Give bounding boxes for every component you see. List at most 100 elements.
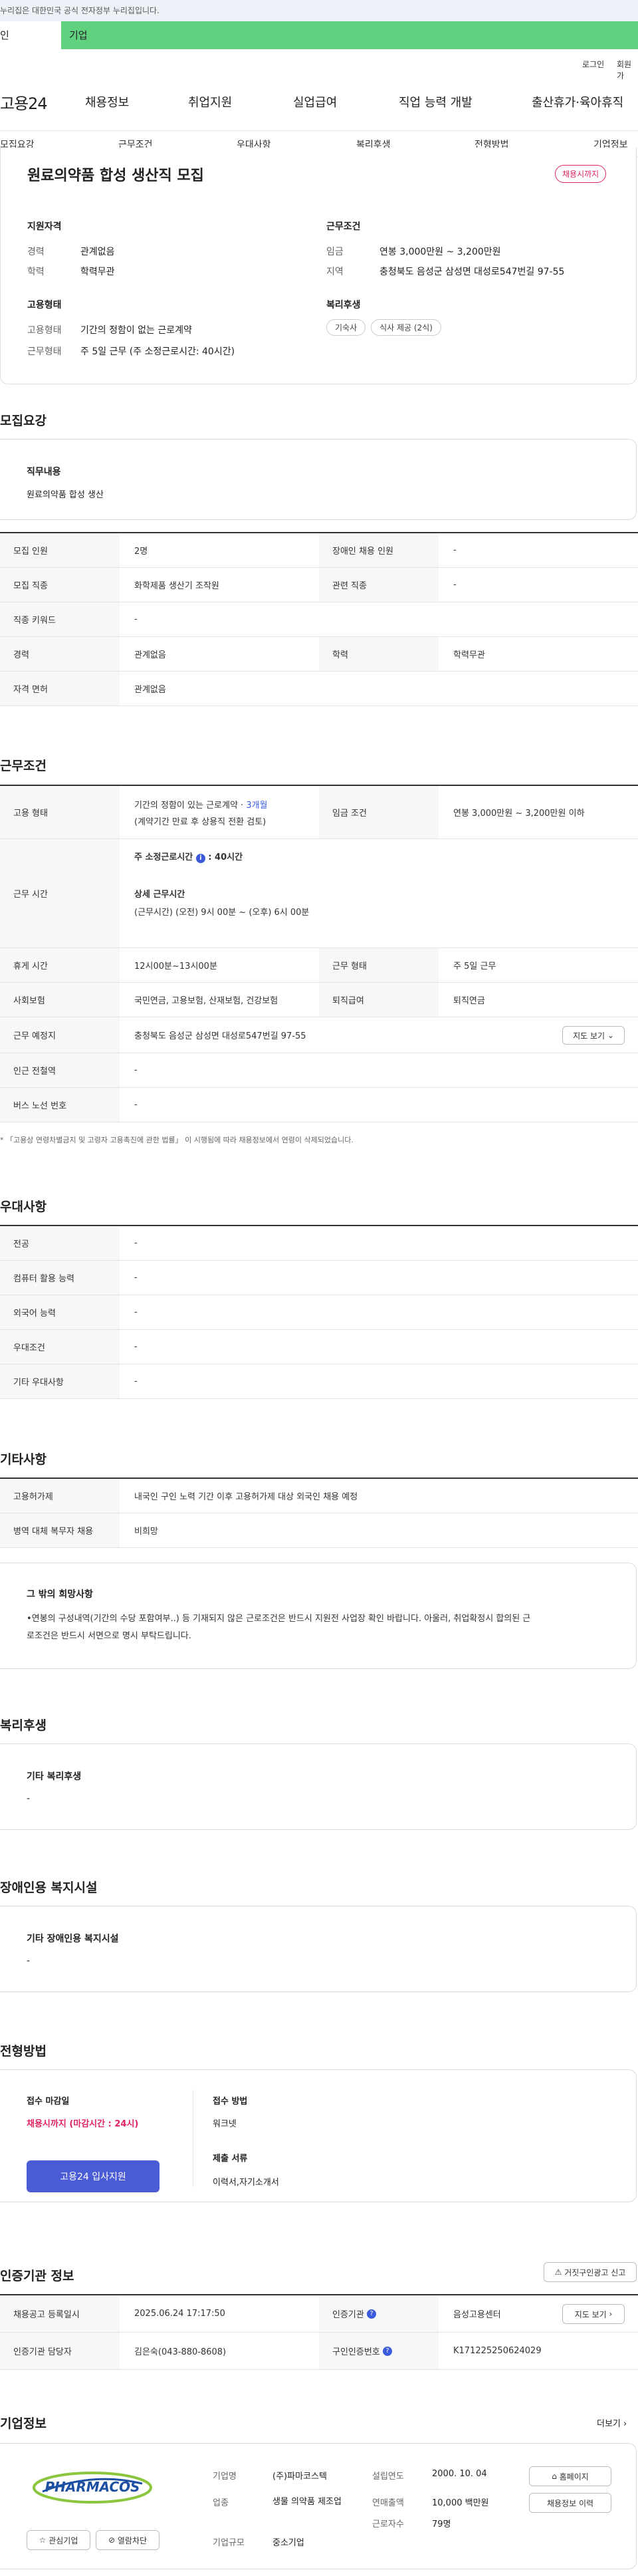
tab-company[interactable]: 기업	[61, 21, 638, 49]
detail-hours-value: (근무시간) (오전) 9시 00분 ~ (오후) 6시 00분	[134, 908, 310, 918]
table-row: 전공 -	[0, 1226, 638, 1261]
cert-map-button[interactable]: 지도 보기 ›	[562, 2304, 625, 2324]
more-label: 더보기	[597, 2419, 621, 2429]
job-desc-value: 원료의약품 합성 생산	[27, 490, 104, 500]
table-row: 외국어 능력 -	[0, 1295, 638, 1330]
table-header: 고용허가제	[0, 1479, 120, 1513]
nav-employment-support[interactable]: 취업지원	[188, 93, 232, 110]
other-wishes-text-cont: 로조건은 반드시 서면으로 명시 부탁드립니다.	[27, 1631, 191, 1641]
audience-tabs: 인 기업	[0, 21, 638, 49]
detail-hours-label: 상세 근무시간	[134, 890, 185, 900]
table-header: 근무 시간	[0, 839, 120, 948]
summary-value: 연봉 3,000만원 ~ 3,200만원	[379, 247, 501, 257]
table-header: 구인인증번호 ?	[319, 2333, 439, 2369]
summary-label: 근무형태	[27, 346, 62, 357]
gov-banner: 누리집은 대한민국 공식 전자정부 누리집입니다.	[0, 0, 638, 21]
weekly-hours-label: 주 소정근로시간	[134, 852, 193, 862]
homepage-button[interactable]: ⌂ 홈페이지	[529, 2466, 611, 2486]
table-row: 채용공고 등록일시 2025.06.24 17:17:50 인증기관 ? 음성고…	[0, 2295, 638, 2333]
table-header: 인증기관 담당자	[0, 2333, 120, 2369]
map-button[interactable]: 지도 보기 ⌄	[562, 1026, 625, 1045]
company-logo-mark: PHARMACOS	[33, 2472, 152, 2504]
table-cell: -	[134, 1342, 138, 1352]
section-title-etc: 기타사항	[0, 1452, 47, 1467]
site-logo[interactable]: 고용24	[0, 90, 48, 114]
section-title-work: 근무조건	[0, 759, 47, 773]
company-label: 기업명	[213, 2472, 237, 2482]
section-title-pref: 우대사항	[0, 1200, 47, 1214]
table-header: 버스 노선 번호	[0, 1088, 120, 1122]
nav-vocational-training[interactable]: 직업 능력 개발	[399, 93, 473, 110]
table-cell: 연봉 3,000만원 ~ 3,200만원 이하	[453, 809, 585, 819]
table-header: 외국어 능력	[0, 1295, 120, 1329]
nav-unemployment-benefit[interactable]: 실업급여	[293, 93, 337, 110]
weekly-hours-line: 주 소정근로시간 i : 40시간	[134, 852, 243, 863]
emp-period: 3개월	[246, 800, 268, 811]
deadline-label: 접수 마감일	[27, 2097, 70, 2107]
nav-jobs[interactable]: 채용정보	[85, 93, 129, 110]
block-icon: ⊘	[108, 2535, 116, 2545]
nav-parental-leave[interactable]: 출산휴가·육아휴직	[532, 93, 623, 110]
deadline-value: 채용시까지 (마감시간 : 24시)	[27, 2119, 139, 2129]
table-header: 사회보험	[0, 983, 120, 1017]
login-link[interactable]: 로그인	[582, 59, 604, 70]
info-icon[interactable]: i	[195, 854, 205, 863]
block-view-button[interactable]: ⊘ 열람차단	[96, 2530, 160, 2550]
table-header: 퇴직급여	[319, 983, 439, 1017]
company-size: 중소기업	[272, 2538, 304, 2548]
help-icon[interactable]: ?	[382, 2346, 392, 2356]
other-wishes-text: •연봉의 구성내역(기간의 수당 포함여부..) 등 기재되지 않은 근로조건은…	[27, 1614, 531, 1624]
apply-button[interactable]: 고용24 입사지원	[27, 2160, 160, 2192]
block-label: 열람차단	[117, 2535, 148, 2545]
company-more-link[interactable]: 더보기 ›	[597, 2416, 627, 2429]
table-row: 인증기관 담당자 김은숙(043-880-8608) 구인인증번호 ? K171…	[0, 2333, 638, 2370]
chevron-right-icon: ›	[623, 2419, 627, 2429]
method-label: 접수 방법	[213, 2097, 248, 2107]
report-label: 거짓구인광고 신고	[564, 2267, 626, 2277]
table-cell: -	[134, 1238, 138, 1248]
table-cell: 관계없음	[134, 685, 166, 695]
table-header: 우대조건	[0, 1330, 120, 1364]
company-revenue: 10,000 백만원	[432, 2498, 489, 2508]
company-founded: 2000. 10. 04	[432, 2469, 487, 2479]
docs-label: 제출 서류	[213, 2154, 248, 2164]
welfare-chips: 기숙사 식사 제공 (2식)	[326, 319, 447, 336]
table-header: 기타 우대사항	[0, 1364, 120, 1398]
table-row: 경력 관계없음 학력 학력무관	[0, 637, 638, 672]
emp-type-line: 기간의 정함이 있는 근로계약 · 3개월	[134, 798, 268, 811]
summary-emp-title: 고용형태	[27, 300, 62, 311]
table-row: 고용허가제 내국인 구인 노력 기간 이후 고용허가제 대상 외국인 채용 예정	[0, 1479, 638, 1513]
star-icon: ☆	[39, 2535, 47, 2545]
table-header: 컴퓨터 활용 능력	[0, 1261, 120, 1295]
table-row: 근무 시간 주 소정근로시간 i : 40시간 상세 근무시간 (근무시간) (…	[0, 839, 638, 948]
table-row: 자격 면허 관계없음	[0, 672, 638, 706]
cert-agency-label: 인증기관	[332, 2310, 364, 2320]
signup-link[interactable]: 회원가	[617, 59, 638, 81]
company-name: (주)파마코스텍	[272, 2472, 327, 2482]
other-wishes-title: 그 밖의 희망사항	[27, 1589, 93, 1600]
favorite-company-button[interactable]: ☆ 관심기업	[27, 2530, 90, 2550]
summary-label: 고용형태	[27, 325, 62, 336]
age-law-note: * 「고용상 연령차별금지 및 고령자 고용촉진에 관한 법률」 이 시행됨에 …	[0, 1136, 354, 1144]
table-header: 자격 면허	[0, 672, 120, 706]
section-title-recruit: 모집요강	[0, 414, 47, 428]
table-header: 인근 전철역	[0, 1053, 120, 1087]
company-logo-text: PHARMACOS	[45, 2479, 140, 2495]
deadline-badge: 채용시까지	[555, 165, 607, 183]
summary-qual-title: 지원자격	[27, 221, 62, 232]
docs-value: 이력서,자기소개서	[213, 2178, 279, 2188]
homepage-label: 홈페이지	[559, 2472, 589, 2482]
table-cell: K171225250624029	[453, 2346, 542, 2356]
table-header: 근무 예정지	[0, 1017, 120, 1053]
summary-label: 지역	[326, 267, 344, 277]
table-header: 모집 인원	[0, 533, 120, 567]
recruit-history-button[interactable]: 채용정보 이력	[529, 2493, 611, 2513]
table-cell: 국민연금, 고용보험, 산재보험, 건강보험	[134, 996, 278, 1006]
table-header: 인증기관 ?	[319, 2295, 439, 2332]
help-icon[interactable]: ?	[366, 2309, 376, 2319]
table-row: 기타 우대사항 -	[0, 1364, 638, 1399]
tab-individual[interactable]: 인	[0, 21, 61, 49]
report-false-ad-button[interactable]: ⚠ 거짓구인광고 신고	[544, 2262, 637, 2282]
table-cell: 2명	[134, 547, 148, 557]
table-cell: 2025.06.24 17:17:50	[134, 2309, 225, 2319]
